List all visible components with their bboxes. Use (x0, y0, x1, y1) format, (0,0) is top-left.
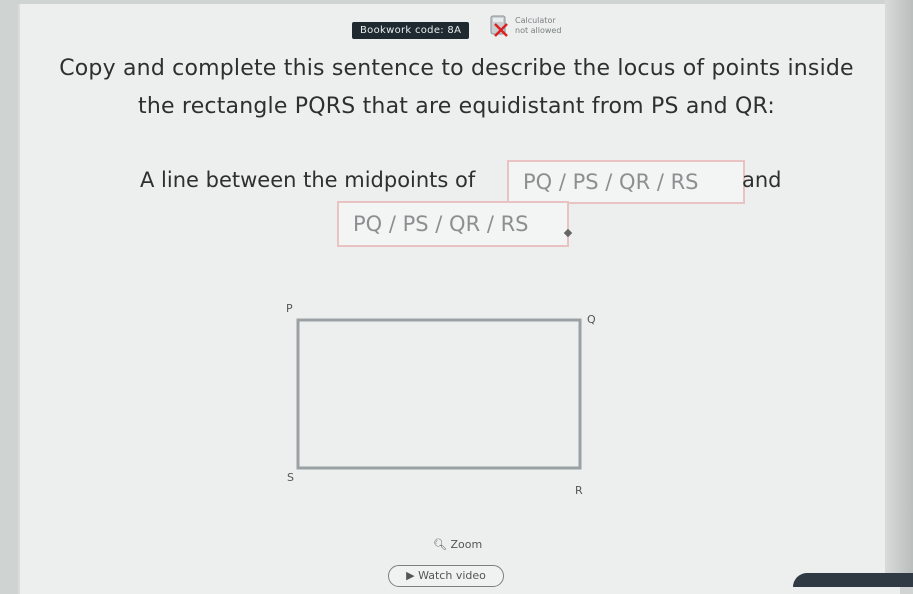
question-line1: Copy and complete this sentence to descr… (59, 56, 854, 81)
choice-box-2[interactable]: PQ / PS / QR / RS (337, 201, 569, 247)
zoom-button[interactable]: 🔍︎ Zoom (433, 538, 482, 551)
sentence-prefix: A line between the midpoints of (140, 168, 476, 192)
choice-box-1[interactable]: PQ / PS / QR / RS (507, 160, 745, 204)
zoom-icon: 🔍︎ (433, 538, 447, 551)
calculator-status: Calculator not allowed (487, 12, 607, 44)
question-line2: the rectangle PQRS that are equidistant … (138, 94, 775, 119)
calculator-line2: not allowed (515, 26, 562, 35)
watch-video-button[interactable]: ▶ Watch video (388, 565, 504, 587)
watch-video-label: Watch video (418, 569, 486, 582)
calculator-not-allowed-icon (490, 15, 508, 37)
calculator-text: Calculator not allowed (515, 16, 561, 36)
screen-area (18, 4, 900, 594)
calculator-line1: Calculator (515, 16, 556, 25)
monitor-bezel (885, 0, 913, 587)
zoom-label: Zoom (450, 538, 483, 551)
monitor-corner (793, 573, 913, 587)
video-icon: ▶ (406, 569, 415, 582)
bookwork-code-badge: Bookwork code: 8A (352, 22, 470, 39)
sentence-joiner: and (742, 168, 782, 192)
